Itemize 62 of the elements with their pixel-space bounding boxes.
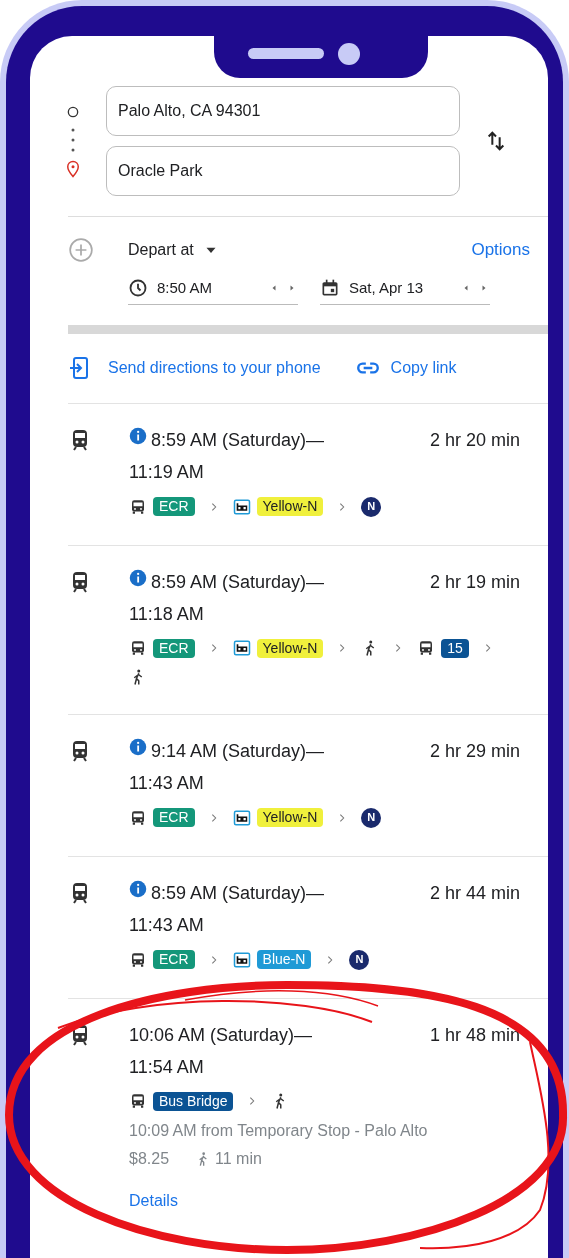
- arrival-time: 11:43 AM: [129, 771, 204, 795]
- departure-info: 10:09 AM from Temporary Stop - Palo Alto: [129, 1120, 429, 1141]
- clock-icon: [128, 278, 148, 299]
- bus-icon: [129, 1092, 147, 1110]
- rail-icon: [232, 497, 251, 516]
- date-picker[interactable]: Sat, Apr 13: [320, 277, 490, 305]
- arrival-time: 11:18 AM: [129, 602, 204, 626]
- line-badge: N: [349, 949, 370, 970]
- trip-duration: 2 hr 44 min: [429, 881, 520, 905]
- destination-field[interactable]: Oracle Park: [106, 146, 460, 196]
- speaker-icon: [248, 48, 324, 59]
- origin-field[interactable]: Palo Alto, CA 94301: [106, 86, 460, 136]
- time-picker[interactable]: 8:50 AM: [128, 277, 298, 305]
- depart-dropdown[interactable]: Depart at: [128, 238, 220, 262]
- arrival-time: 11:54 AM: [129, 1055, 204, 1079]
- trip-card[interactable]: 8:59 AM (Saturday)— 2 hr 19 min 11:18 AM ECR Yellow-N 15: [68, 544, 548, 714]
- rail-icon: [232, 639, 251, 657]
- departure-time: 8:59 AM (Saturday)—: [151, 881, 325, 905]
- line-badge: N: [361, 807, 382, 828]
- route-badge: Bus Bridge: [153, 1091, 234, 1111]
- bus-icon: [129, 808, 147, 827]
- route-badge: Yellow-N: [256, 497, 324, 516]
- swap-icon[interactable]: [485, 130, 507, 152]
- route-badge: Blue-N: [256, 950, 312, 969]
- send-to-phone-link[interactable]: Send directions to your phone: [68, 356, 321, 380]
- rail-icon: [232, 808, 251, 827]
- walk-time: 11 min: [215, 1148, 262, 1169]
- route-badge: ECR: [153, 497, 195, 516]
- bus-icon: [129, 639, 147, 657]
- route-badge: Yellow-N: [256, 638, 324, 658]
- departure-time: 8:59 AM (Saturday)—: [151, 428, 325, 452]
- departure-time: 10:06 AM (Saturday)—: [129, 1023, 313, 1047]
- trip-card[interactable]: 9:14 AM (Saturday)— 2 hr 29 min 11:43 AM ECR Yellow-N N: [68, 713, 548, 856]
- rail-icon: [232, 950, 251, 969]
- dots-icon: [71, 126, 75, 154]
- line-badge: N: [361, 496, 382, 517]
- copy-link[interactable]: Copy link: [354, 355, 457, 381]
- bus-icon: [129, 497, 147, 516]
- trip-duration: 2 hr 19 min: [429, 570, 520, 594]
- route-badge: ECR: [153, 638, 195, 658]
- departure-time: 8:59 AM (Saturday)—: [151, 570, 325, 594]
- departure-time: 9:14 AM (Saturday)—: [151, 739, 325, 763]
- route-badge: Yellow-N: [256, 808, 324, 827]
- trip-duration: 1 hr 48 min: [429, 1023, 520, 1047]
- route-badge: ECR: [153, 950, 195, 969]
- add-icon[interactable]: [68, 237, 94, 263]
- destination-pin-icon: [64, 160, 82, 178]
- calendar-icon: [320, 278, 340, 299]
- origin-icon: [65, 104, 81, 120]
- bus-icon: [129, 950, 147, 969]
- trip-card[interactable]: 8:59 AM (Saturday)— 2 hr 20 min 11:19 AM ECR Yellow-N N: [68, 402, 548, 545]
- trip-duration: 2 hr 20 min: [429, 428, 520, 452]
- route-badge: 15: [441, 638, 469, 658]
- fare-text: $8.25: [129, 1148, 170, 1169]
- details-link[interactable]: Details: [129, 1188, 178, 1213]
- camera-icon: [338, 43, 360, 65]
- trip-duration: 2 hr 29 min: [429, 739, 520, 763]
- arrival-time: 11:19 AM: [129, 460, 204, 484]
- trip-card[interactable]: 8:59 AM (Saturday)— 2 hr 44 min 11:43 AM ECR Blue-N N: [68, 855, 548, 998]
- route-badge: ECR: [153, 808, 195, 827]
- options-link[interactable]: Options: [471, 237, 530, 263]
- arrival-time: 11:43 AM: [129, 913, 204, 937]
